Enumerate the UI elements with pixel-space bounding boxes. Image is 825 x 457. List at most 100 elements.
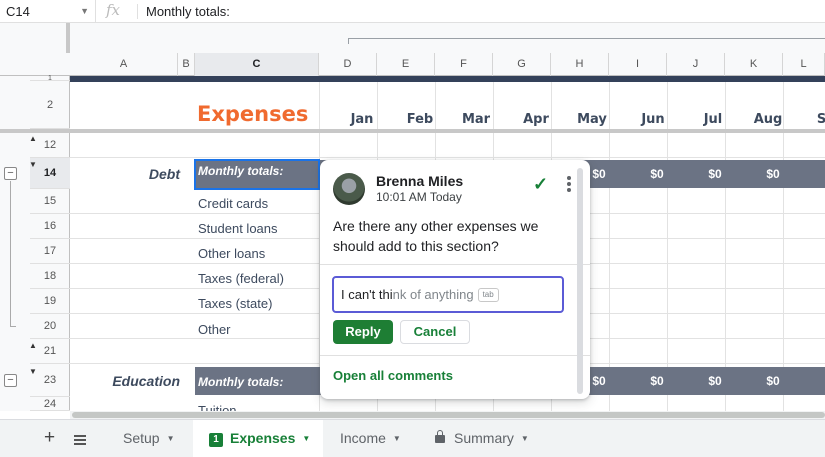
popup-scrollbar[interactable] xyxy=(577,168,583,394)
add-sheet-icon[interactable]: + xyxy=(44,427,55,449)
total-value-jul: $0 xyxy=(708,167,722,181)
column-header-bar: A B C D E F G H I J K L xyxy=(0,53,825,76)
sheet-title: Expenses xyxy=(197,102,309,126)
total-value-aug: $0 xyxy=(766,374,780,388)
section-label-debt: Debt xyxy=(148,166,180,182)
formula-bar: C14 ▼ fx Monthly totals: xyxy=(0,0,825,23)
fx-icon: fx xyxy=(106,1,121,19)
collapse-group-button[interactable]: − xyxy=(4,374,17,387)
tab-label: Income xyxy=(340,430,386,446)
total-value-aug: $0 xyxy=(766,167,780,181)
tab-expenses[interactable]: 1 Expenses ▼ xyxy=(193,420,323,457)
reply-typed-text: I can't thi xyxy=(341,287,393,302)
month-header-jan: Jan xyxy=(350,112,374,127)
selected-cell-c14[interactable] xyxy=(194,159,320,190)
chevron-down-icon[interactable]: ▼ xyxy=(393,434,401,443)
tab-key-hint: tab xyxy=(477,288,499,302)
chevron-down-icon[interactable]: ▼ xyxy=(521,434,529,443)
row-header-18[interactable]: 18 xyxy=(30,264,70,289)
open-all-comments-link[interactable]: Open all comments xyxy=(333,368,453,383)
expense-item[interactable]: Student loans xyxy=(198,221,278,236)
expense-item[interactable]: Taxes (federal) xyxy=(198,271,284,286)
column-header-k[interactable]: K xyxy=(725,53,783,76)
cancel-button[interactable]: Cancel xyxy=(400,320,470,344)
header-band xyxy=(70,76,825,82)
frozen-row-divider[interactable] xyxy=(0,129,825,133)
month-header-feb: Feb xyxy=(406,112,434,127)
horizontal-scroll-thumb[interactable] xyxy=(72,412,825,418)
reply-suggestion-text: nk of anything xyxy=(392,287,474,302)
month-header-apr: Apr xyxy=(523,112,549,127)
tab-summary[interactable]: Summary ▼ xyxy=(421,420,551,457)
row-header-15[interactable]: 15 xyxy=(30,189,70,214)
column-header-i[interactable]: I xyxy=(609,53,667,76)
resolve-check-icon[interactable]: ✓ xyxy=(533,174,548,195)
divider xyxy=(137,4,138,19)
column-header-c[interactable]: C xyxy=(195,53,319,76)
row-group-bracket xyxy=(10,181,16,327)
column-header-h[interactable]: H xyxy=(551,53,609,76)
formula-input[interactable]: Monthly totals: xyxy=(146,0,230,23)
lock-icon xyxy=(435,430,445,443)
collapse-triangle-icon[interactable]: ▼ xyxy=(29,160,37,169)
total-value-jul: $0 xyxy=(708,374,722,388)
row-header-2[interactable]: 2 xyxy=(30,81,70,129)
tab-badge: 1 xyxy=(209,433,223,447)
reply-button[interactable]: Reply xyxy=(333,320,393,344)
totals-label-education: Monthly totals: xyxy=(198,375,284,389)
name-box[interactable]: C14 ▼ xyxy=(0,0,96,23)
divider xyxy=(320,264,590,265)
column-header-j[interactable]: J xyxy=(667,53,725,76)
avatar xyxy=(333,173,365,205)
month-header-aug: Aug xyxy=(753,112,783,127)
section-label-education: Education xyxy=(112,373,180,389)
column-header-e[interactable]: E xyxy=(377,53,435,76)
month-header-mar: Mar xyxy=(461,112,491,127)
comment-popup: Brenna Miles 10:01 AM Today ✓ Are there … xyxy=(320,160,590,399)
column-header-f[interactable]: F xyxy=(435,53,493,76)
comment-text: Are there any other expenses we should a… xyxy=(333,218,539,254)
expand-triangle-icon[interactable]: ▲ xyxy=(29,134,37,143)
sheets-list-icon[interactable] xyxy=(74,435,86,447)
chevron-down-icon[interactable]: ▼ xyxy=(80,0,89,23)
column-header-d[interactable]: D xyxy=(319,53,377,76)
chevron-down-icon[interactable]: ▼ xyxy=(302,434,310,443)
month-header-may: May xyxy=(577,112,607,127)
column-header-l[interactable]: L xyxy=(783,53,825,76)
tab-label: Summary xyxy=(454,430,514,446)
tab-income[interactable]: Income ▼ xyxy=(326,420,419,457)
more-options-icon[interactable] xyxy=(567,176,571,194)
column-header-a[interactable]: A xyxy=(70,53,178,76)
cell-reference: C14 xyxy=(6,4,30,19)
chevron-down-icon[interactable]: ▼ xyxy=(167,434,175,443)
expense-item[interactable]: Tuition xyxy=(198,403,237,411)
tab-setup[interactable]: Setup ▼ xyxy=(110,420,192,457)
comment-author: Brenna Miles xyxy=(376,173,464,189)
column-header-g[interactable]: G xyxy=(493,53,551,76)
row-header-17[interactable]: 17 xyxy=(30,239,70,264)
tab-label: Expenses xyxy=(230,430,296,446)
divider xyxy=(320,355,590,356)
row-header-16[interactable]: 16 xyxy=(30,214,70,239)
expense-item[interactable]: Other xyxy=(198,322,231,337)
month-header-sep: Se xyxy=(816,112,825,127)
row-header-20[interactable]: 20 xyxy=(30,314,70,339)
month-header-jun: Jun xyxy=(641,112,665,127)
column-group-bracket[interactable] xyxy=(348,38,825,44)
row-header-19[interactable]: 19 xyxy=(30,289,70,314)
expense-item[interactable]: Other loans xyxy=(198,246,265,261)
expand-triangle-icon[interactable]: ▲ xyxy=(29,341,37,350)
grid-line xyxy=(70,157,825,158)
total-value-jun: $0 xyxy=(650,374,664,388)
row-header-24[interactable]: 24 xyxy=(30,397,70,411)
expense-item[interactable]: Credit cards xyxy=(198,196,268,211)
collapse-group-button[interactable]: − xyxy=(4,167,17,180)
column-header-b[interactable]: B xyxy=(178,53,195,76)
month-header-jul: Jul xyxy=(703,112,723,127)
expense-item[interactable]: Taxes (state) xyxy=(198,296,272,311)
collapse-triangle-icon[interactable]: ▼ xyxy=(29,367,37,376)
reply-input[interactable]: I can't think of anything tab xyxy=(332,276,564,313)
tab-label: Setup xyxy=(123,430,160,446)
comment-time: 10:01 AM Today xyxy=(376,190,462,204)
row-header-bar: 1 2 12 ▲ 14 ▼ − 15 16 17 18 19 20 21 ▲ 2… xyxy=(0,75,70,411)
